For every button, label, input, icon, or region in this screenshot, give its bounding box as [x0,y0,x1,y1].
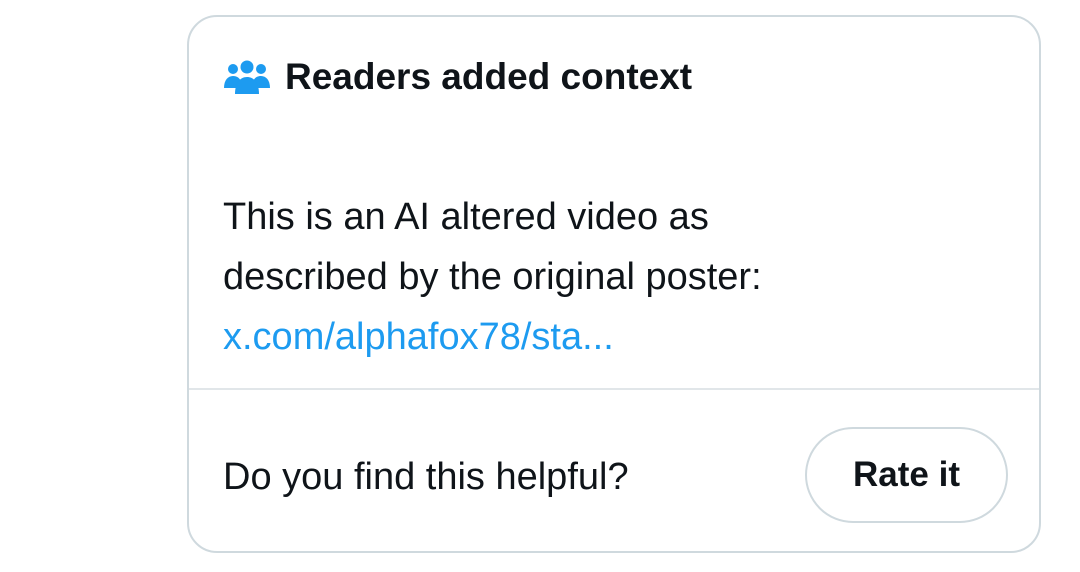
note-text-line-1: This is an AI altered video as [223,196,709,238]
community-note-card: Readers added context This is an AI alte… [187,15,1041,553]
note-header: Readers added context [223,55,692,99]
people-group-icon [223,58,271,96]
helpful-question: Do you find this helpful? [223,456,629,498]
note-title: Readers added context [285,56,693,97]
source-link[interactable]: x.com/alphafox78/sta... [223,307,1013,367]
rate-it-button[interactable]: Rate it [805,427,1008,523]
divider [189,388,1039,390]
note-body: This is an AI altered video as described… [223,187,1013,367]
note-text-line-2: described by the original poster: [223,256,762,298]
